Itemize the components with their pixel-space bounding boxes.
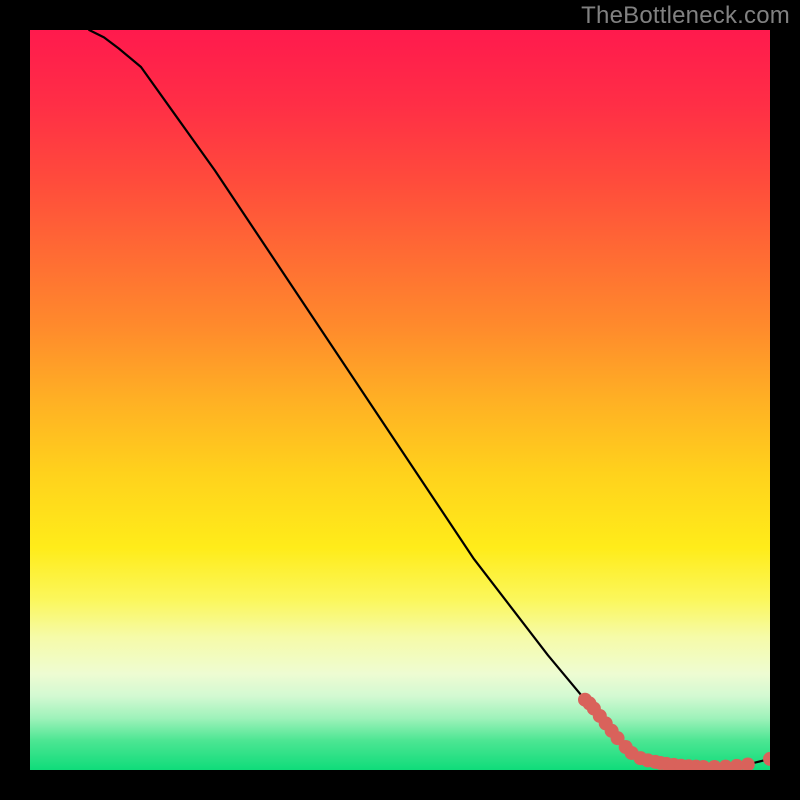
chart-frame: TheBottleneck.com xyxy=(0,0,800,800)
watermark-text: TheBottleneck.com xyxy=(581,2,790,30)
gradient-background xyxy=(30,30,770,770)
bottleneck-chart xyxy=(30,30,770,770)
